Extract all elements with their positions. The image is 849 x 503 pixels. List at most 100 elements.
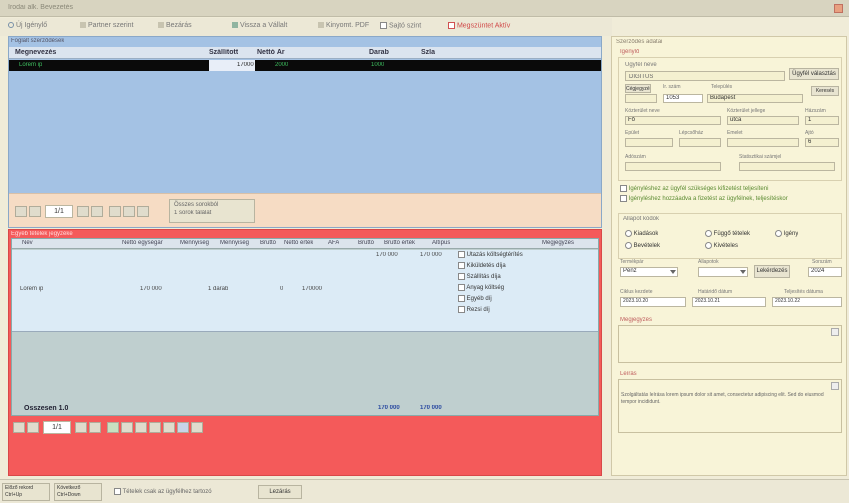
refresh-button[interactable] — [137, 206, 149, 217]
city-field[interactable]: Budapest — [707, 94, 803, 103]
close-button[interactable]: Bezárás — [158, 22, 192, 32]
radio-pending[interactable]: Függő tételek — [705, 230, 750, 237]
lower-col-qty2[interactable]: Mennyiség — [220, 240, 249, 246]
lower-col-grossval[interactable]: Bruttó érték — [384, 240, 415, 246]
partner-select-button[interactable]: Ügyfél választás — [789, 68, 839, 80]
radio-claim[interactable]: Igény — [775, 230, 798, 237]
lower-col-note[interactable]: Megjegyzés — [542, 240, 574, 246]
radio-expenses-icon — [625, 230, 632, 237]
radio-expenses[interactable]: Kiadások — [625, 230, 658, 237]
code-field[interactable] — [625, 94, 657, 103]
option-other[interactable]: Egyéb díj — [458, 295, 492, 305]
lower-col-gross2[interactable]: Bruttó — [358, 240, 374, 246]
option-delegation[interactable]: Kiküldetés díja — [458, 262, 506, 272]
date1-field[interactable]: 2023.10.20 — [620, 297, 686, 307]
pay-checkbox-1[interactable]: Igényléshez az ügyfél szükséges kifizeté… — [620, 185, 844, 192]
add-row-button[interactable] — [107, 422, 119, 433]
lower-col-vat[interactable]: ÁFA — [328, 240, 339, 246]
lower-col-unitprice[interactable]: Nettó egységár — [122, 240, 163, 246]
tax-label: Adószám — [625, 154, 646, 160]
upper-col-price[interactable]: Nettó Ár — [257, 49, 285, 56]
house-number-field[interactable]: 1 — [805, 116, 839, 125]
lower-col-name[interactable]: Név — [22, 240, 33, 246]
next-page-button[interactable] — [75, 422, 87, 433]
filter-button[interactable]: Partner szerint — [80, 22, 133, 32]
notes2-textarea[interactable]: Szolgáltatás leírása lorem ipsum dolor s… — [618, 379, 842, 433]
zip-field[interactable]: 1053 — [663, 94, 703, 103]
delete-row-button[interactable] — [123, 206, 135, 217]
lower-row-price: 170 000 — [140, 286, 162, 292]
upper-col-name[interactable]: Megnevezés — [15, 49, 56, 56]
finish-button[interactable]: Lezárás — [258, 485, 302, 499]
filter-row-button[interactable] — [163, 422, 175, 433]
option-travel[interactable]: Utazás költségtérítés — [458, 251, 523, 261]
pdf-icon — [318, 22, 324, 29]
close-icon[interactable] — [834, 4, 843, 13]
table-row[interactable]: Lorem ip 170 000 1 darab 0 170000 170 00… — [12, 250, 598, 332]
last-page-button[interactable] — [89, 422, 101, 433]
edit-row-button[interactable] — [121, 422, 133, 433]
prev-page-button[interactable] — [29, 206, 41, 217]
row-qty-value: 17000 — [237, 62, 254, 68]
query-button[interactable]: Lekérdezés — [754, 265, 790, 278]
upper-col-qty[interactable]: Szállított — [209, 49, 238, 56]
option-shipping[interactable]: Szállítás díja — [458, 273, 501, 283]
lower-col-subtype[interactable]: Altípus — [432, 240, 450, 246]
address-type-field[interactable]: utca — [727, 116, 799, 125]
lower-col-qty[interactable]: Mennyiség — [180, 240, 209, 246]
copy-row-button[interactable] — [149, 422, 161, 433]
refresh-button[interactable] — [191, 422, 203, 433]
stairs-field[interactable] — [679, 138, 721, 147]
notes1-textarea[interactable] — [618, 325, 842, 363]
option-shipping-check — [458, 273, 465, 280]
building-field[interactable] — [625, 138, 673, 147]
floor-field[interactable] — [727, 138, 799, 147]
delete-row-button[interactable] — [135, 422, 147, 433]
scroll-up-icon[interactable] — [831, 328, 839, 336]
stat-field[interactable] — [739, 162, 835, 171]
pay-check-2-icon — [620, 195, 627, 202]
sum-checkbox[interactable]: Sajtó szint — [380, 22, 421, 32]
back-button[interactable]: Vissza a Vállalt — [232, 22, 287, 32]
prev-record-button[interactable]: Előző rekord Ctrl+Up — [2, 483, 50, 501]
option-overhead[interactable]: Rezsi díj — [458, 306, 490, 316]
lower-col-net[interactable]: Nettó érték — [284, 240, 313, 246]
first-page-button[interactable] — [13, 422, 25, 433]
add-row-button[interactable] — [109, 206, 121, 217]
date3-field[interactable]: 2023.10.22 — [772, 297, 842, 307]
tax-field[interactable] — [625, 162, 721, 171]
next-record-button[interactable]: Következő Ctrl+Down — [54, 483, 102, 501]
filter-checkbox[interactable]: Tételek csak az ügyfélhez tartozó — [114, 488, 212, 495]
red-check-icon — [448, 22, 455, 29]
address-field[interactable]: Fő — [625, 116, 721, 125]
building-label: Épület — [625, 130, 640, 136]
upper-col-unit[interactable]: Darab — [369, 49, 389, 56]
first-page-button[interactable] — [15, 206, 27, 217]
option-material[interactable]: Anyag költség — [458, 284, 504, 294]
close-doc-icon — [158, 22, 164, 29]
radio-income[interactable]: Bevételek — [625, 242, 660, 249]
pay-checkbox-2[interactable]: Igényléshez hozzáadva a fizetést az ügyf… — [620, 195, 844, 202]
select3-dropdown[interactable]: 2024 — [808, 267, 842, 277]
date2-field[interactable]: 2023.10.21 — [692, 297, 766, 307]
option-material-check — [458, 284, 465, 291]
code-button[interactable]: Cégjegyzék — [625, 84, 651, 93]
lower-col-gross[interactable]: Bruttó — [260, 240, 276, 246]
prev-page-button[interactable] — [27, 422, 39, 433]
print-button[interactable]: Kinyomt. PDF — [318, 22, 369, 32]
upper-col-note[interactable]: Szla — [421, 49, 435, 56]
lower-panel: Egyéb tételek jegyzéke Név Nettó egységá… — [8, 229, 602, 476]
lower-row-name: Lorem ip — [20, 286, 44, 292]
door-field[interactable]: 6 — [805, 138, 839, 147]
city-search-button[interactable]: Keresés — [811, 86, 839, 96]
last-page-button[interactable] — [91, 206, 103, 217]
red-filter-checkbox[interactable]: Megszüntet Aktív — [448, 22, 510, 32]
scroll-up-icon[interactable] — [831, 382, 839, 390]
search-button[interactable]: Új Igénylő — [8, 22, 47, 32]
lower-footer-label: Összesen 1.0 — [24, 405, 69, 412]
next-page-button[interactable] — [77, 206, 89, 217]
row-name-cell: Lorem ip — [19, 62, 43, 68]
radio-exception[interactable]: Kivételes — [705, 242, 738, 249]
table-row[interactable]: Lorem ip 17000 2000 1000 — [9, 60, 601, 71]
export-button[interactable] — [177, 422, 189, 433]
